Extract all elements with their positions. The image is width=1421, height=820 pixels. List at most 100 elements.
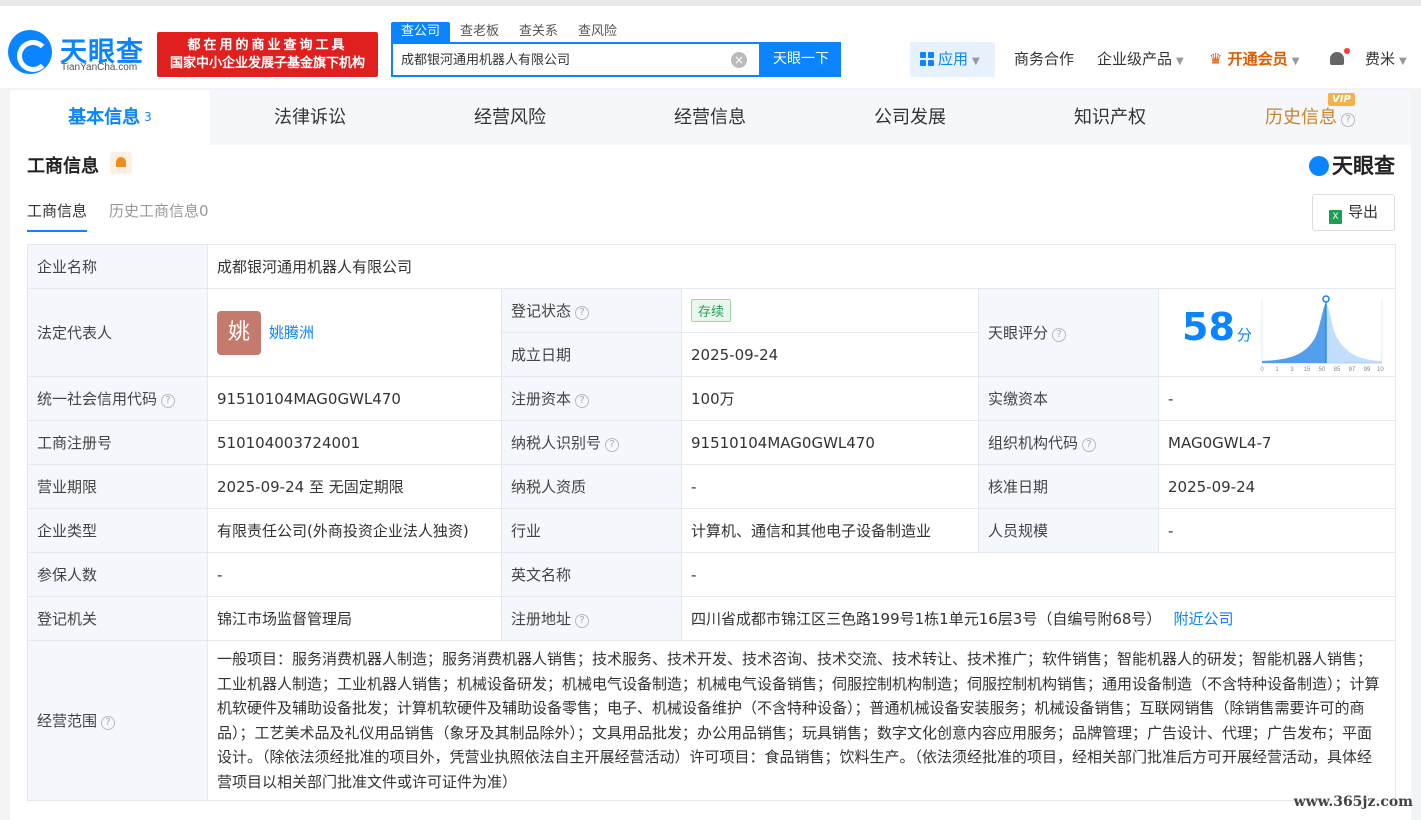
chevron-down-icon: ▼ (1291, 56, 1300, 67)
section-title: 工商信息 (27, 156, 99, 177)
chevron-down-icon: ▼ (1176, 56, 1184, 67)
tax-id-label-text: 纳税人识别号 (511, 434, 602, 452)
promo-line-1: 都在用的商业查询工具 (187, 38, 348, 53)
crown-icon: ♛ (1209, 50, 1228, 68)
nav-business-cooperation[interactable]: 商务合作 (1014, 42, 1074, 77)
term-label: 营业期限 (27, 464, 208, 509)
avatar[interactable]: 姚 (217, 310, 261, 355)
notification-bell-icon[interactable] (1328, 48, 1350, 68)
tab-legal[interactable]: 法律诉讼 (210, 90, 410, 145)
authority-label: 登记机关 (27, 596, 208, 641)
scope-label: 经营范围? (27, 640, 208, 801)
approve-date-label: 核准日期 (978, 464, 1159, 509)
paid-capital-label: 实缴资本 (978, 376, 1159, 421)
tab-operation[interactable]: 经营信息 (610, 90, 810, 145)
help-icon[interactable]: ? (575, 394, 590, 408)
main-card: 基本信息 3 法律诉讼 经营风险 经营信息 公司发展 知识产权 VIP 历史信息? … (10, 90, 1411, 820)
brand-text: 天眼查 (1332, 154, 1395, 178)
nav-vip-button[interactable]: ♛ 开通会员 ▼ (1209, 42, 1299, 77)
score-marker-dot (1322, 295, 1330, 303)
info-subtabs: 工商信息 历史工商信息0 (27, 200, 231, 232)
address-cell: 四川省成都市锦江区三色路199号1栋1单元16层3号（自编号附68号） 附近公司 (680, 596, 1397, 641)
tab-development[interactable]: 公司发展 (810, 90, 1010, 145)
score-tick-label: 0 (1260, 367, 1264, 373)
subscribe-bell-icon[interactable] (110, 152, 132, 174)
score-label: 天眼评分? (978, 288, 1159, 377)
export-button[interactable]: X 导出 (1312, 194, 1395, 231)
vip-badge: VIP (1328, 93, 1355, 106)
company-name-label: 企业名称 (27, 244, 208, 289)
grid-icon (920, 52, 934, 66)
help-icon[interactable]: ? (575, 614, 590, 628)
reg-capital-label-text: 注册资本 (511, 390, 572, 408)
help-icon[interactable]: ? (1082, 438, 1097, 452)
site-watermark: www.365jz.com (1293, 794, 1413, 810)
search-tab-company[interactable]: 查公司 (391, 22, 451, 42)
company-name-value: 成都银河通用机器人有限公司 (206, 244, 1397, 289)
help-icon[interactable]: ? (101, 716, 116, 730)
insured-value: - (207, 552, 502, 597)
score-tick-label: 50 (1319, 367, 1326, 373)
app-menu-label: 应用 (938, 50, 969, 68)
tianyancha-logo[interactable]: 天眼查 TianYanCha.com (8, 28, 150, 80)
tab-basic-count: 3 (144, 110, 152, 124)
paid-capital-value: - (1157, 376, 1397, 421)
reg-capital-label: 注册资本? (501, 376, 682, 421)
help-icon[interactable]: ? (605, 438, 620, 452)
score-cell[interactable]: 58分 0 1 3 15 50 85 97 99 100 (1157, 288, 1397, 377)
org-code-label-text: 组织机构代码 (988, 434, 1079, 452)
legal-rep-link[interactable]: 姚腾洲 (269, 323, 314, 341)
term-value: 2025-09-24 至 无固定期限 (207, 464, 502, 509)
org-code-value: MAG0GWL4-7 (1157, 420, 1397, 465)
help-icon[interactable]: ? (161, 394, 176, 408)
reg-capital-value: 100万 (681, 376, 979, 421)
nav-enterprise-products[interactable]: 企业级产品 ▼ (1097, 42, 1184, 77)
user-menu[interactable]: 费米 ▼ (1365, 42, 1407, 77)
score-tick-label: 3 (1290, 367, 1294, 373)
nav-enterprise-label: 企业级产品 (1097, 50, 1173, 68)
tab-risk[interactable]: 经营风险 (410, 90, 610, 145)
promo-line-2: 国家中小企业发展子基金旗下机构 (169, 56, 365, 71)
logo-icon (8, 30, 52, 74)
status-badge: 存续 (691, 299, 732, 322)
credit-code-label-text: 统一社会信用代码 (37, 390, 158, 408)
search-tab-risk[interactable]: 查风险 (568, 22, 627, 42)
business-info-table: 企业名称 成都银河通用机器人有限公司 法定代表人 姚姚腾洲 登记状态? 存续 天… (27, 244, 1397, 801)
search-tab-relation[interactable]: 查关系 (509, 22, 568, 42)
type-label: 企业类型 (27, 508, 208, 553)
reg-status-label-text: 登记状态 (511, 302, 572, 320)
credit-code-label: 统一社会信用代码? (27, 376, 208, 421)
address-label-text: 注册地址 (511, 610, 572, 628)
tab-history[interactable]: VIP 历史信息? (1210, 90, 1410, 145)
app-menu-button[interactable]: 应用 ▼ (910, 42, 995, 77)
staff-value: - (1157, 508, 1397, 553)
score-label-text: 天眼评分 (988, 324, 1049, 342)
help-icon[interactable]: ? (1052, 328, 1067, 342)
subtab-current-info[interactable]: 工商信息 (27, 200, 88, 232)
score-curve-fill-left (1262, 303, 1326, 363)
nav-vip-label: 开通会员 (1227, 50, 1288, 68)
reg-status-cell: 存续 (681, 288, 979, 333)
found-date-value: 2025-09-24 (681, 332, 979, 377)
search-tab-boss[interactable]: 查老板 (450, 22, 509, 42)
scope-label-text: 经营范围 (37, 712, 98, 730)
search-input[interactable] (401, 51, 721, 66)
subtab-history-info[interactable]: 历史工商信息0 (109, 200, 209, 232)
clear-icon[interactable]: × (731, 52, 747, 68)
industry-value: 计算机、通信和其他电子设备制造业 (681, 508, 979, 553)
brand-watermark: 天眼查 (1309, 150, 1395, 180)
type-value: 有限责任公司(外商投资企业法人独资) (207, 508, 502, 553)
search-type-tabs: 查公司 查老板 查关系 查风险 (391, 22, 627, 42)
tab-basic-info[interactable]: 基本信息 3 (10, 90, 210, 145)
promo-banner[interactable]: 都在用的商业查询工具 国家中小企业发展子基金旗下机构 (157, 32, 378, 77)
help-icon[interactable]: ? (1341, 113, 1355, 127)
tab-ip[interactable]: 知识产权 (1010, 90, 1210, 145)
help-icon[interactable]: ? (575, 306, 590, 320)
search-button[interactable]: 天眼一下 (761, 42, 841, 77)
score-tick-label: 99 (1364, 367, 1371, 373)
org-code-label: 组织机构代码? (978, 420, 1159, 465)
chevron-down-icon: ▼ (972, 56, 980, 67)
tax-id-value: 91510104MAG0GWL470 (681, 420, 979, 465)
score-tick-label: 100 (1377, 367, 1384, 373)
nearby-companies-link[interactable]: 附近公司 (1173, 610, 1233, 628)
